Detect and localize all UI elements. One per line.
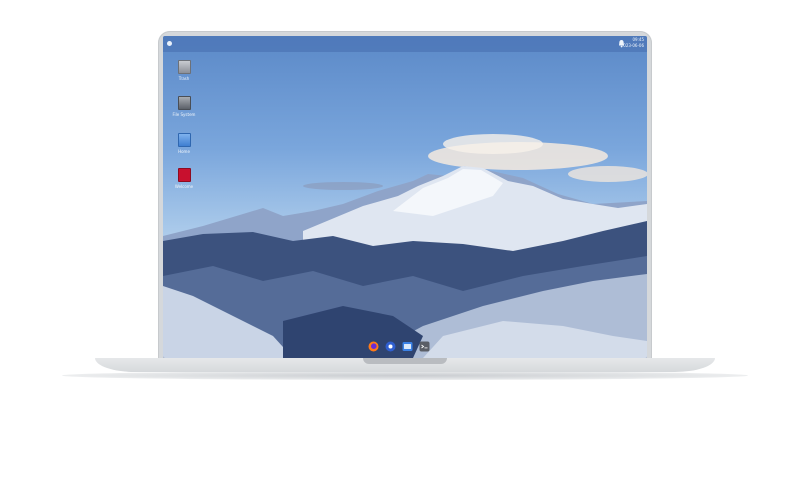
desktop-icon-welcome[interactable]: Welcome: [169, 168, 199, 189]
laptop-shadow: [62, 371, 748, 380]
clock-date: 2023-06-06: [620, 43, 644, 48]
firefox-icon: [368, 341, 379, 351]
dock-item-browser[interactable]: [385, 341, 396, 352]
raspberry-app-icon: [177, 168, 191, 182]
desktop-icon-label: Home: [178, 149, 190, 154]
home-folder-icon: [177, 133, 191, 147]
desktop-icon-filesystem[interactable]: File System: [169, 96, 199, 117]
dock-item-firefox[interactable]: [368, 341, 379, 352]
dock: [368, 339, 430, 353]
laptop-notch: [363, 358, 447, 364]
browser-icon: [385, 341, 396, 351]
desktop-icon-home[interactable]: Home: [169, 133, 199, 154]
files-icon: [402, 341, 413, 351]
dock-item-files[interactable]: [402, 341, 413, 352]
desktop-icon-label: Trash: [178, 76, 190, 81]
harddrive-icon: [177, 96, 191, 110]
dock-item-terminal[interactable]: [419, 341, 430, 352]
terminal-icon: [419, 341, 430, 351]
desktop-screen: 09:45 2023-06-06 Trash File System Home …: [163, 36, 647, 358]
wallpaper-mountains: [163, 134, 647, 358]
desktop-icon-trash[interactable]: Trash: [169, 60, 199, 81]
desktop-icon-label: Welcome: [174, 184, 194, 189]
menu-icon[interactable]: [167, 41, 172, 46]
trash-icon: [177, 60, 191, 74]
desktop-icon-label: File System: [172, 112, 196, 117]
clock[interactable]: 09:45 2023-06-06: [621, 37, 644, 49]
top-panel: 09:45 2023-06-06: [163, 36, 647, 52]
